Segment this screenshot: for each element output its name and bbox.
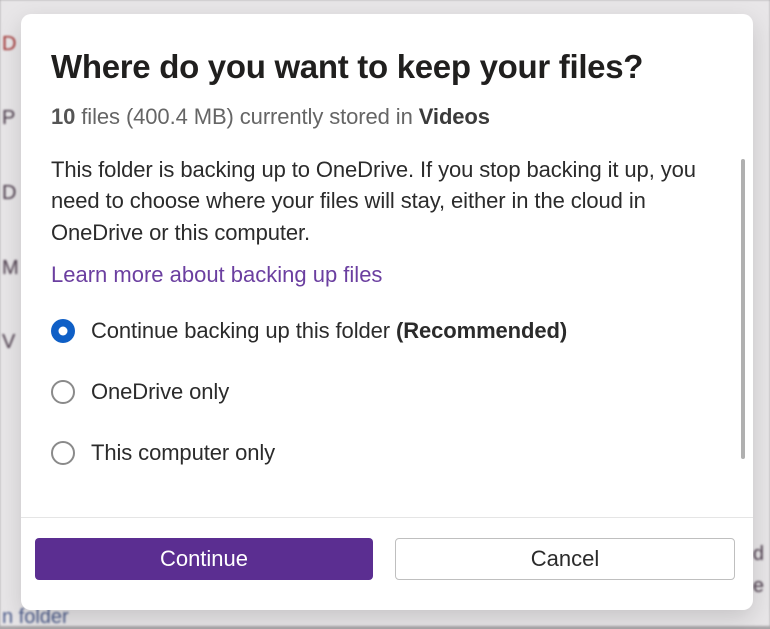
dialog-body: Where do you want to keep your files? 10… xyxy=(21,14,753,517)
option-continue-backup-label: Continue backing up this folder (Recomme… xyxy=(91,318,567,344)
backdrop-letter: D xyxy=(2,182,16,205)
backdrop-letter: V xyxy=(2,331,15,354)
file-size: (400.4 MB) xyxy=(126,104,234,129)
backup-choice-dialog: Where do you want to keep your files? 10… xyxy=(21,14,753,610)
scrollbar[interactable] xyxy=(741,159,745,459)
file-count-word: files xyxy=(81,104,120,129)
folder-name: Videos xyxy=(419,104,490,129)
option-computer-only[interactable]: This computer only xyxy=(51,440,723,466)
options-radio-group: Continue backing up this folder (Recomme… xyxy=(51,318,723,466)
option-onedrive-only[interactable]: OneDrive only xyxy=(51,379,723,405)
radio-selected-icon xyxy=(51,319,75,343)
option-continue-backup[interactable]: Continue backing up this folder (Recomme… xyxy=(51,318,723,344)
recommended-badge: (Recommended) xyxy=(396,318,567,343)
option-onedrive-only-label: OneDrive only xyxy=(91,379,229,405)
backdrop-letter: P xyxy=(2,107,15,130)
option-label-text: Continue backing up this folder xyxy=(91,318,390,343)
file-summary: 10 files (400.4 MB) currently stored in … xyxy=(51,104,723,130)
file-count: 10 xyxy=(51,104,75,129)
dialog-footer: Continue Cancel xyxy=(21,517,753,610)
stored-in-text: currently stored in xyxy=(240,104,413,129)
backdrop-letter: D xyxy=(2,33,16,56)
learn-more-link[interactable]: Learn more about backing up files xyxy=(51,262,382,288)
backdrop-letter: e xyxy=(753,575,764,598)
continue-button[interactable]: Continue xyxy=(35,538,373,580)
option-computer-only-label: This computer only xyxy=(91,440,275,466)
cancel-button[interactable]: Cancel xyxy=(395,538,735,580)
backdrop-letter: d xyxy=(753,543,764,566)
dialog-description: This folder is backing up to OneDrive. I… xyxy=(51,154,723,248)
radio-unselected-icon xyxy=(51,441,75,465)
backdrop-letter: M xyxy=(2,257,19,280)
dialog-title: Where do you want to keep your files? xyxy=(51,48,723,86)
radio-unselected-icon xyxy=(51,380,75,404)
